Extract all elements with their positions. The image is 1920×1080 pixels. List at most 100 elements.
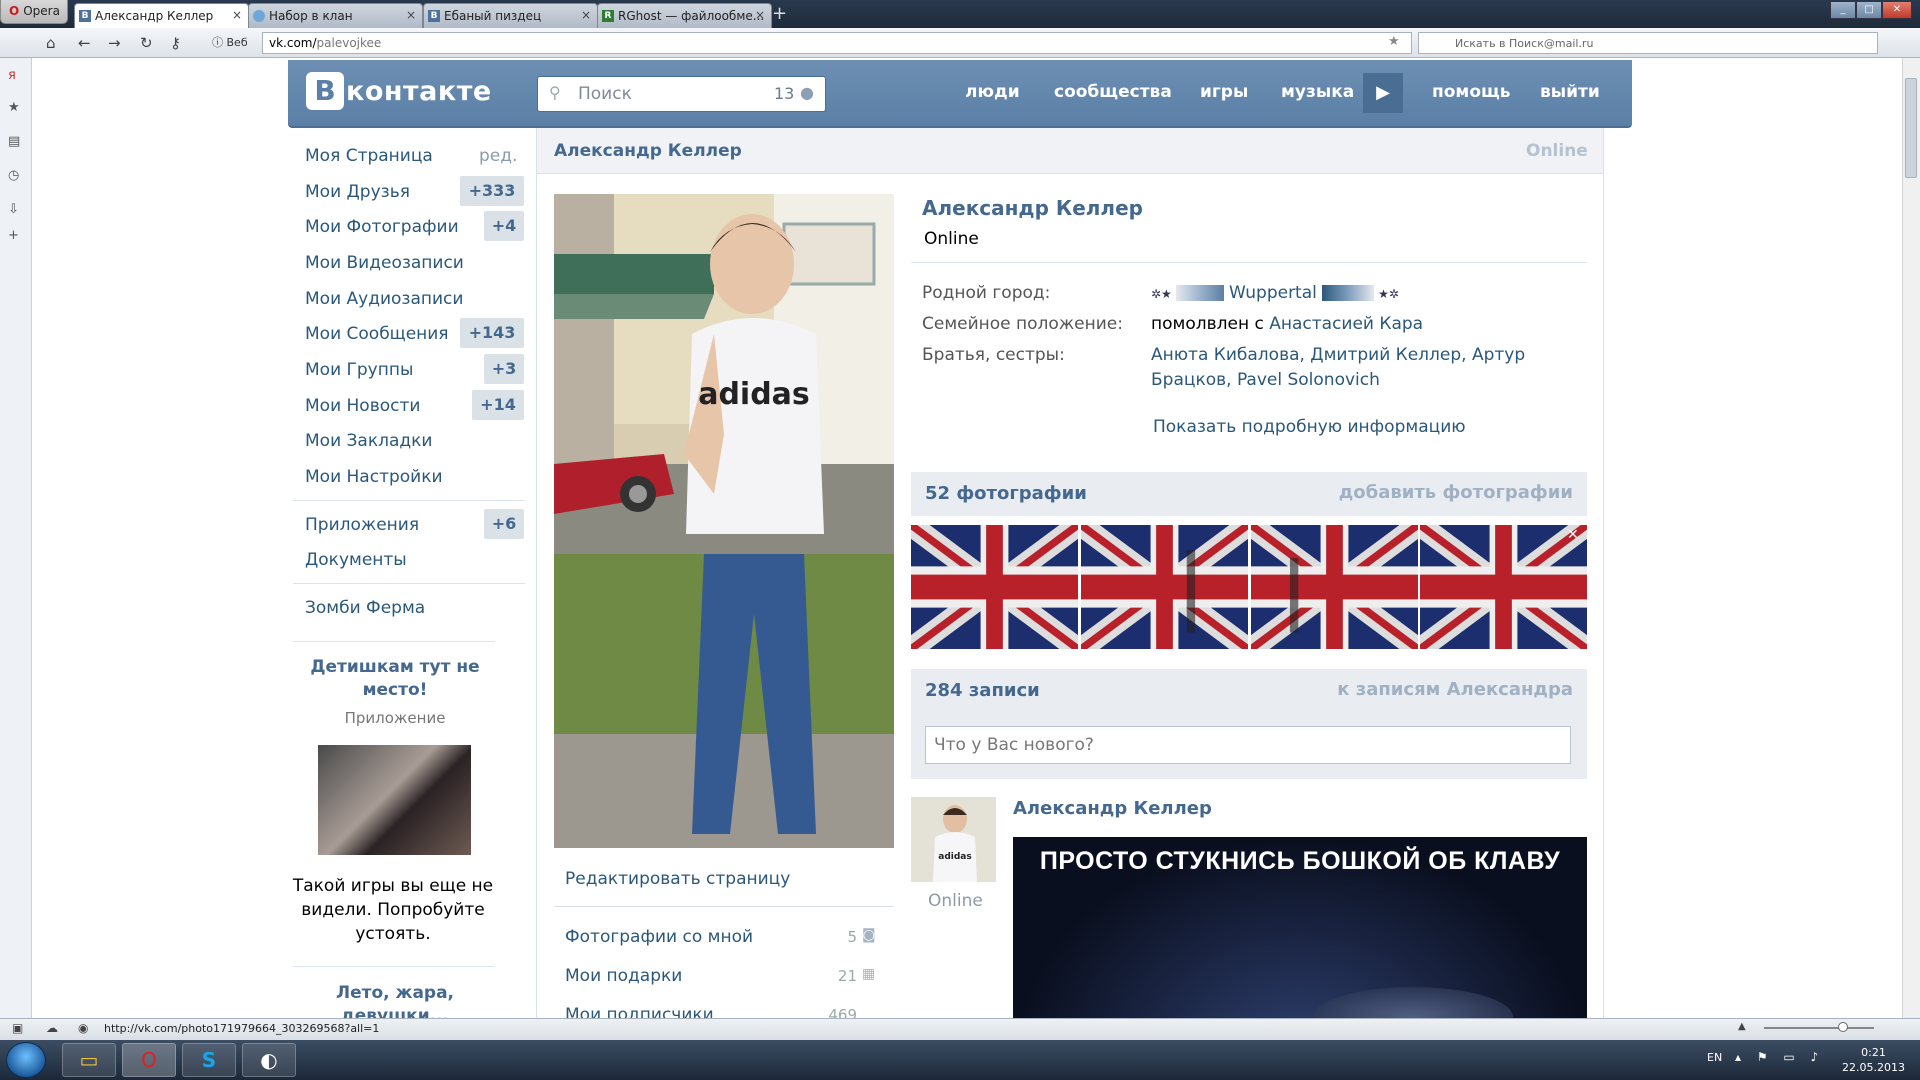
close-icon[interactable]: ✕	[1567, 527, 1579, 543]
tab-vk-profile[interactable]: В Александр Келлер ×	[74, 3, 249, 28]
wall-count-title[interactable]: 284 записи	[925, 680, 1040, 701]
promo-image[interactable]	[318, 745, 471, 855]
nav-games[interactable]: игры	[1200, 82, 1248, 102]
promo-title[interactable]: Детишкам тут не место!	[300, 656, 490, 702]
promo-text[interactable]: Такой игры вы еще не видели. Попробуйте …	[292, 874, 494, 946]
menu-photos[interactable]: Мои Фотографии	[305, 217, 459, 237]
nav-logout[interactable]: выйти	[1540, 82, 1600, 102]
photos-badge[interactable]: +4	[484, 211, 524, 241]
scrollbar-thumb[interactable]	[1905, 78, 1917, 178]
opera-menu-button[interactable]: O Opera	[0, 0, 68, 24]
siblings-value-line2[interactable]: Брацков, Pavel Solonovich	[1151, 370, 1380, 390]
tray-icons[interactable]: ▴ ⚑ ▭ ♪	[1735, 1050, 1824, 1064]
play-icon[interactable]: ▶	[1363, 73, 1403, 113]
profile-status[interactable]: Online	[924, 229, 979, 249]
url-input[interactable]: vk.com/palevojkee	[262, 32, 1412, 54]
messages-badge[interactable]: +143	[460, 318, 524, 348]
hometown-value[interactable]: ✲★ Wuppertal ★✲	[1151, 283, 1399, 303]
apps-badge[interactable]: +6	[484, 509, 524, 539]
nav-communities[interactable]: сообщества	[1054, 82, 1172, 102]
menu-groups[interactable]: Мои Группы	[305, 360, 413, 380]
friends-badge[interactable]: +333	[460, 176, 524, 206]
nav-help[interactable]: помощь	[1432, 82, 1511, 102]
edit-link[interactable]: ред.	[479, 146, 517, 166]
close-window-icon[interactable]: ✕	[1882, 1, 1912, 19]
photos-count-title[interactable]: 52 фотографии	[925, 483, 1087, 504]
tab-clan[interactable]: Набор в клан ×	[248, 3, 423, 28]
show-more-info-link[interactable]: Показать подробную информацию	[1153, 417, 1466, 437]
cloud-icon[interactable]: ☁	[46, 1021, 58, 1035]
new-post-input[interactable]: Что у Вас нового?	[925, 726, 1571, 764]
post-author-avatar[interactable]: adidas	[911, 797, 996, 882]
notes-icon[interactable]: ▤	[8, 134, 20, 149]
menu-messages[interactable]: Мои Сообщения	[305, 324, 449, 344]
site-info-badge[interactable]: ⓘ Веб	[212, 34, 248, 50]
forward-icon[interactable]: →	[108, 34, 121, 52]
profile-avatar[interactable]: adidas	[554, 194, 894, 848]
home-icon[interactable]: ⌂	[46, 34, 56, 52]
close-icon[interactable]: ×	[581, 8, 591, 22]
partner-link[interactable]: Анастасией Кара	[1269, 314, 1423, 334]
avatar-photo: adidas	[554, 194, 894, 848]
language-indicator[interactable]: EN	[1707, 1051, 1722, 1064]
menu-videos[interactable]: Мои Видеозаписи	[305, 253, 464, 273]
back-icon[interactable]: ←	[78, 34, 91, 52]
menu-documents[interactable]: Документы	[305, 550, 407, 570]
start-button[interactable]	[6, 1042, 46, 1078]
photos-with-me-link[interactable]: Фотографии со мной	[565, 927, 753, 947]
news-badge[interactable]: +14	[472, 390, 524, 420]
photo-thumbnail[interactable]	[907, 513, 1082, 661]
nav-music[interactable]: музыка	[1281, 82, 1354, 102]
gifts-link[interactable]: Мои подарки	[565, 966, 682, 986]
zoom-up-icon[interactable]: ▲	[1738, 1021, 1746, 1032]
menu-zombie-farm[interactable]: Зомби Ферма	[305, 598, 425, 618]
turbo-icon[interactable]: ◉	[78, 1021, 88, 1035]
nav-people[interactable]: люди	[965, 82, 1020, 102]
photo-thumbnail[interactable]	[1077, 513, 1252, 661]
reload-icon[interactable]: ↻	[140, 34, 153, 52]
bookmarks-icon[interactable]: ★	[8, 100, 20, 115]
menu-audio[interactable]: Мои Аудиозаписи	[305, 289, 463, 309]
add-photos-link[interactable]: добавить фотографии	[1339, 482, 1573, 503]
to-posts-link[interactable]: к записям Александра	[1337, 679, 1573, 700]
menu-friends[interactable]: Мои Друзья	[305, 182, 410, 202]
history-icon[interactable]: ◷	[8, 168, 19, 183]
browser-search-input[interactable]: Искать в Поиск@mail.ru	[1418, 32, 1878, 54]
explorer-icon[interactable]: ▭	[62, 1043, 116, 1077]
groups-badge[interactable]: +3	[484, 354, 524, 384]
menu-my-page[interactable]: Моя Страница	[305, 146, 433, 166]
scrollbar[interactable]	[1902, 58, 1920, 1018]
key-icon[interactable]: ⚷	[170, 34, 181, 52]
clock[interactable]: 0:21 22.05.2013	[1842, 1045, 1905, 1075]
panel-toggle-icon[interactable]: ▣	[12, 1021, 23, 1035]
downloads-icon[interactable]: ⇩	[8, 202, 19, 217]
new-tab-button[interactable]: +	[772, 3, 787, 24]
photo-thumbnail[interactable]	[1247, 513, 1422, 661]
menu-bookmarks[interactable]: Мои Закладки	[305, 431, 432, 451]
menu-settings[interactable]: Мои Настройки	[305, 467, 443, 487]
post-author-name[interactable]: Александр Келлер	[1013, 798, 1212, 819]
edit-page-link[interactable]: Редактировать страницу	[565, 869, 790, 889]
zoom-slider[interactable]	[1764, 1027, 1874, 1029]
post-image[interactable]: ПРОСТО СТУКНИСЬ БОШКОЙ ОБ КЛАВУ	[1013, 837, 1587, 1018]
maximize-icon[interactable]: □	[1856, 1, 1882, 19]
close-icon[interactable]: ×	[232, 8, 242, 22]
opera-taskbar-icon[interactable]: O	[122, 1043, 176, 1077]
close-icon[interactable]: ×	[406, 8, 416, 22]
menu-apps[interactable]: Приложения	[305, 515, 419, 535]
minimize-icon[interactable]: _	[1830, 1, 1856, 19]
menu-news[interactable]: Мои Новости	[305, 396, 420, 416]
vk-logo[interactable]: Вконтакте	[306, 72, 492, 112]
skype-icon[interactable]: S	[182, 1043, 236, 1077]
siblings-value-line1[interactable]: Анюта Кибалова, Дмитрий Келлер, Артур	[1151, 345, 1525, 365]
bookmark-star-icon[interactable]: ★	[1388, 34, 1400, 49]
close-icon[interactable]: ×	[755, 8, 765, 22]
tab-rghost[interactable]: R RGhost — файлообме... ×	[597, 3, 772, 28]
tab-vk-group[interactable]: В Ебаный пиздец ×	[423, 3, 598, 28]
zoom-slider-knob[interactable]	[1838, 1022, 1848, 1032]
speed-dial-icon[interactable]: я	[8, 68, 16, 83]
add-panel-icon[interactable]: +	[8, 228, 19, 243]
photo-thumbnail[interactable]	[1416, 513, 1591, 661]
media-player-icon[interactable]: ◐	[242, 1043, 296, 1077]
subscribers-link[interactable]: Мои подписчики	[565, 1005, 714, 1018]
